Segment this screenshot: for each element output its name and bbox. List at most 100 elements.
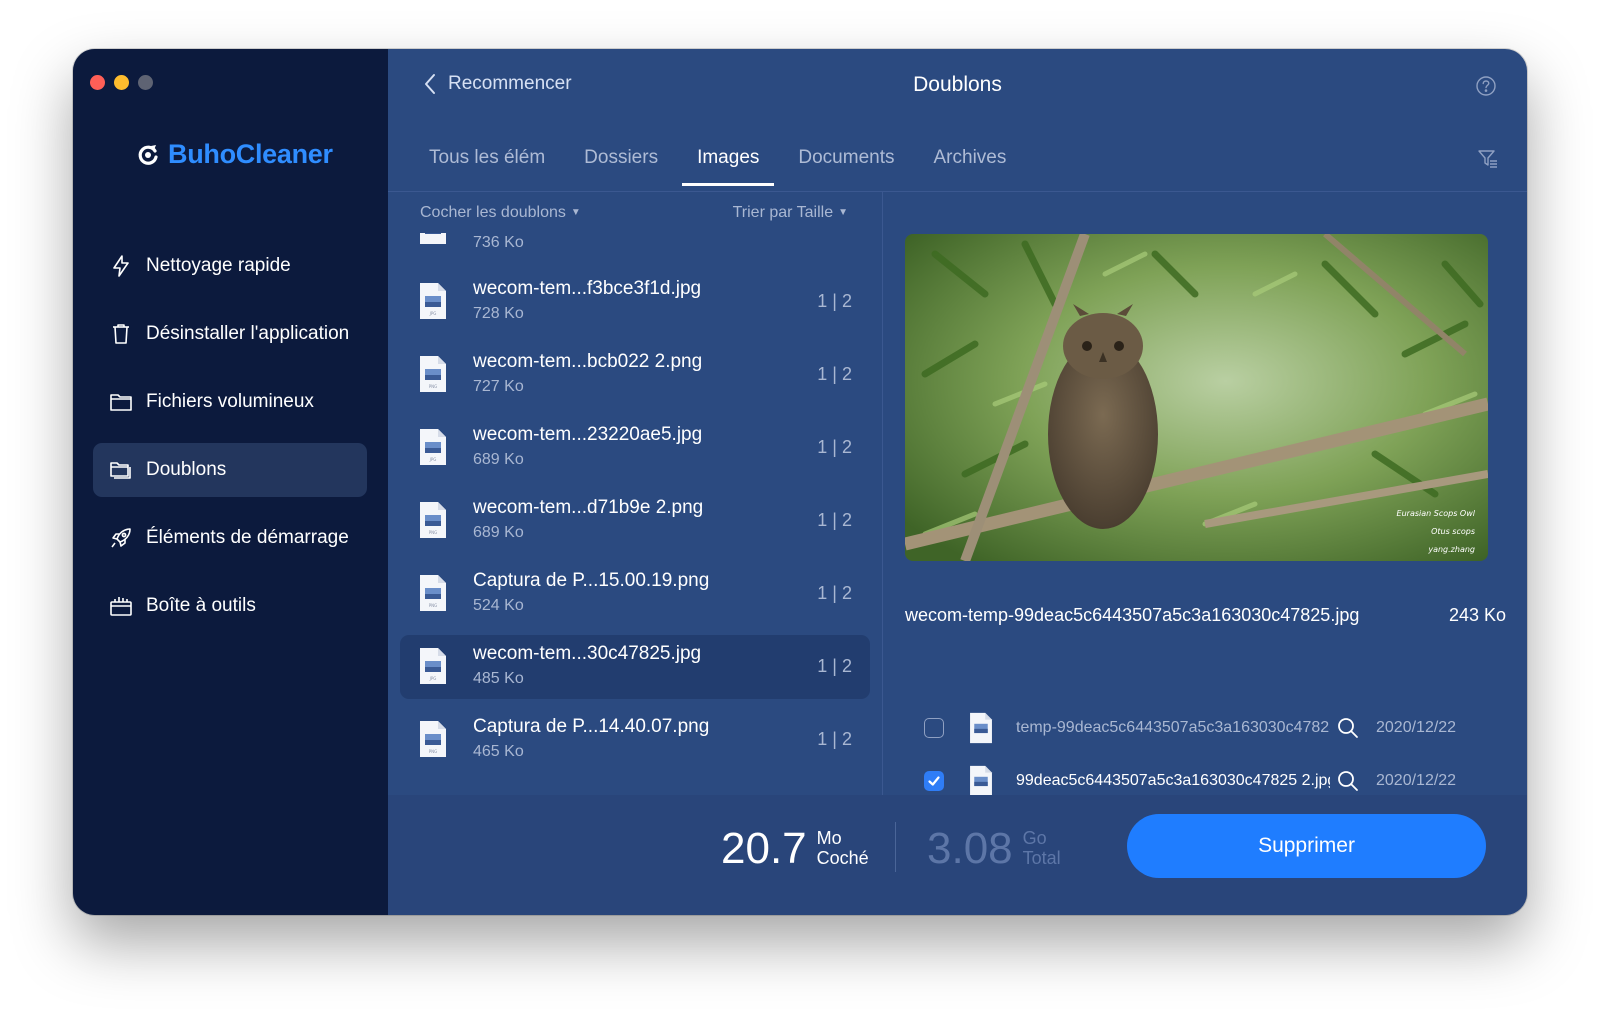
checkmark-icon <box>928 776 940 786</box>
total-size-unit: Go Total <box>1023 828 1061 868</box>
app-window: BuhoCleaner Nettoyage rapide Désinstalle… <box>73 49 1527 915</box>
duplicate-count: 1 | 2 <box>817 291 852 311</box>
jpg-file-icon <box>970 765 992 797</box>
stat-divider <box>895 822 896 872</box>
file-size: 485 Ko <box>473 670 524 687</box>
sidebar: BuhoCleaner Nettoyage rapide Désinstalle… <box>73 49 388 915</box>
buhocleaner-logo-icon <box>138 144 158 165</box>
sidebar-item-label: Éléments de démarrage <box>146 527 349 548</box>
delete-button[interactable]: Supprimer <box>1127 814 1486 878</box>
list-item[interactable]: 736 Ko <box>400 233 870 255</box>
jpg-file-icon <box>420 233 446 244</box>
sidebar-nav: Nettoyage rapide Désinstaller l'applicat… <box>93 239 367 647</box>
list-item[interactable]: PNG Captura de P...14.40.07.png 465 Ko 1… <box>400 708 870 772</box>
file-rows: 736 Ko JPG wecom-tem...f3bce3f1d.jpg 728… <box>400 233 870 781</box>
tab-images[interactable]: Images <box>682 144 775 186</box>
duplicate-count: 1 | 2 <box>817 510 852 530</box>
sidebar-item-fichiers-volumineux[interactable]: Fichiers volumineux <box>93 375 367 429</box>
file-size: 465 Ko <box>473 743 524 760</box>
sort-label: Trier par Taille <box>732 204 834 221</box>
svg-text:JPG: JPG <box>429 311 437 316</box>
sidebar-item-label: Boîte à outils <box>146 595 256 616</box>
sidebar-item-elements-demarrage[interactable]: Éléments de démarrage <box>93 511 367 565</box>
list-item-selected[interactable]: JPG wecom-tem...30c47825.jpg 485 Ko 1 | … <box>400 635 870 699</box>
caret-down-icon: ▼ <box>570 207 581 218</box>
watermark-line-3: yang.zhang <box>1427 545 1475 554</box>
svg-text:JPG: JPG <box>429 676 437 681</box>
file-size: 689 Ko <box>473 524 524 541</box>
png-file-icon: PNG <box>420 721 446 757</box>
reveal-in-finder-icon[interactable] <box>1336 769 1360 793</box>
caret-down-icon: ▼ <box>838 207 848 218</box>
svg-text:PNG: PNG <box>429 384 438 389</box>
sidebar-item-doublons[interactable]: Doublons <box>93 443 367 497</box>
duplicate-date: 2020/12/22 <box>1376 719 1457 736</box>
duplicate-row[interactable]: temp-99deac5c6443507a5c3a163030c47825.jp… <box>924 710 1506 746</box>
checked-label: Coché <box>816 848 869 868</box>
toolbox-icon <box>110 597 132 616</box>
watermark-line-1: Eurasian Scops Owl <box>1397 509 1476 518</box>
total-label: Total <box>1022 848 1061 868</box>
list-item[interactable]: PNG wecom-tem...d71b9e 2.png 689 Ko 1 | … <box>400 489 870 553</box>
duplicate-count: 1 | 2 <box>817 364 852 384</box>
file-name: wecom-tem...30c47825.jpg <box>473 643 702 664</box>
duplicate-count: 1 | 2 <box>817 583 852 603</box>
sort-dropdown[interactable]: Trier par Taille ▼ <box>733 204 848 222</box>
file-name: Captura de P...14.40.07.png <box>473 716 710 737</box>
minimize-window-button[interactable] <box>114 75 129 90</box>
checked-size-value: 20.7 <box>721 824 807 873</box>
png-file-icon: PNG <box>420 502 446 538</box>
duplicate-date: 2020/12/22 <box>1376 772 1457 789</box>
list-item[interactable]: JPG wecom-tem...f3bce3f1d.jpg 728 Ko 1 |… <box>400 270 870 334</box>
close-window-button[interactable] <box>90 75 105 90</box>
sidebar-item-nettoyage-rapide[interactable]: Nettoyage rapide <box>93 239 367 293</box>
duplicate-count: 1 | 2 <box>817 437 852 457</box>
list-item[interactable]: PNG Captura de P...15.00.19.png 524 Ko 1… <box>400 562 870 626</box>
checked-unit-label: Mo <box>816 828 842 848</box>
duplicate-count: 1 | 2 <box>817 729 852 749</box>
check-duplicates-label: Cocher les doublons <box>420 204 566 221</box>
brand: BuhoCleaner <box>136 139 333 170</box>
sidebar-item-boite-a-outils[interactable]: Boîte à outils <box>93 579 367 633</box>
file-size: 736 Ko <box>473 234 524 251</box>
sidebar-item-desinstaller[interactable]: Désinstaller l'application <box>93 307 367 361</box>
duplicate-path: temp-99deac5c6443507a5c3a163030c47825.jp… <box>1016 719 1330 736</box>
svg-text:PNG: PNG <box>429 603 438 608</box>
page-title: Doublons <box>913 73 1002 96</box>
filter-icon[interactable] <box>1477 148 1499 170</box>
file-name: wecom-tem...23220ae5.jpg <box>473 424 703 445</box>
file-name: wecom-tem...d71b9e 2.png <box>473 497 704 518</box>
file-name: wecom-tem...bcb022 2.png <box>473 351 703 372</box>
image-preview: Eurasian Scops Owl Otus scops yang.zhang <box>905 234 1488 561</box>
file-size: 524 Ko <box>473 597 524 614</box>
tab-dossiers[interactable]: Dossiers <box>569 144 673 186</box>
folder-icon <box>110 394 132 411</box>
bottom-bar: 20.7 Mo Coché 3.08 Go Total Supprimer <box>388 795 1527 915</box>
duplicate-row[interactable]: 99deac5c6443507a5c3a163030c47825 2.jpg 2… <box>924 763 1506 799</box>
jpg-file-icon: JPG <box>420 429 446 465</box>
duplicate-path: 99deac5c6443507a5c3a163030c47825 2.jpg <box>1016 772 1330 789</box>
list-item[interactable]: PNG wecom-tem...bcb022 2.png 727 Ko 1 | … <box>400 343 870 407</box>
file-name: wecom-tem...f3bce3f1d.jpg <box>473 278 702 299</box>
sidebar-item-label: Nettoyage rapide <box>146 255 291 276</box>
sidebar-item-label: Fichiers volumineux <box>146 391 314 412</box>
duplicate-folder-icon <box>110 462 131 479</box>
list-item[interactable]: JPG wecom-tem...23220ae5.jpg 689 Ko 1 | … <box>400 416 870 480</box>
selected-file-size: 243 Ko <box>1448 605 1506 625</box>
detail-panel: Eurasian Scops Owl Otus scops yang.zhang… <box>884 192 1527 797</box>
tab-tous-les-elements[interactable]: Tous les élém <box>414 144 560 186</box>
main-panel: Recommencer Doublons Tous les élém Dossi… <box>388 49 1527 915</box>
duplicate-checkbox-checked[interactable] <box>924 771 944 791</box>
help-icon[interactable] <box>1475 75 1497 97</box>
check-duplicates-dropdown[interactable]: Cocher les doublons ▼ <box>420 204 581 222</box>
svg-text:PNG: PNG <box>429 530 438 535</box>
tab-archives[interactable]: Archives <box>919 144 1022 186</box>
reveal-in-finder-icon[interactable] <box>1336 716 1360 740</box>
png-file-icon: PNG <box>420 575 446 611</box>
zoom-window-button[interactable] <box>138 75 153 90</box>
tab-documents[interactable]: Documents <box>783 144 909 186</box>
png-file-icon: PNG <box>420 356 446 392</box>
top-bar: Recommencer Doublons <box>388 49 1527 124</box>
selected-file-name: wecom-temp-99deac5c6443507a5c3a163030c47… <box>905 605 1360 625</box>
duplicate-checkbox[interactable] <box>924 718 944 738</box>
